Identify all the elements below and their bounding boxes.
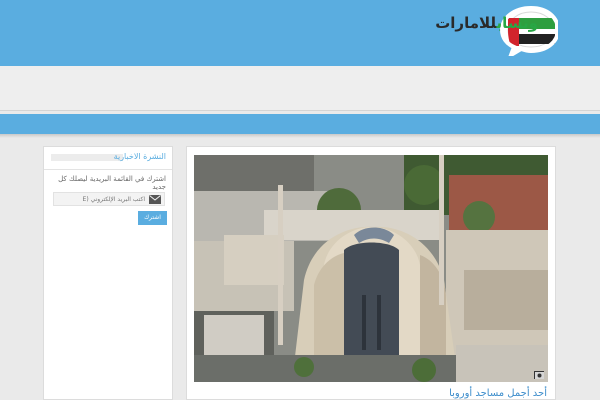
email-field[interactable] — [53, 192, 165, 206]
secondary-nav-bar — [0, 114, 600, 134]
widget-header: النشرة الاخبارية — [44, 147, 172, 170]
site-logo-text[interactable]: وتسابللامارات — [435, 14, 538, 32]
post-image[interactable] — [194, 155, 548, 382]
logo-word-dark: للامارات — [435, 14, 497, 32]
subscribe-button[interactable]: اشترك — [138, 211, 167, 225]
post-title[interactable]: أحد أجمل مساجد أوروبا — [449, 388, 547, 399]
email-input[interactable] — [54, 193, 148, 205]
mosque-photo — [194, 155, 548, 382]
nav-bar-shadow — [0, 134, 600, 138]
newsletter-widget: النشرة الاخبارية اشترك في القائمة البريد… — [43, 146, 173, 400]
camera-icon — [535, 372, 544, 379]
post-card: أحد أجمل مساجد أوروبا — [186, 146, 556, 400]
envelope-icon — [149, 195, 161, 204]
logo-word-green: وتساب — [496, 14, 538, 32]
site-header: وتسابللامارات — [0, 0, 600, 66]
navigation-band — [0, 66, 600, 111]
newsletter-description: اشترك في القائمة البريدية ليصلك كل جديد — [58, 175, 166, 191]
widget-title: النشرة الاخبارية — [113, 152, 166, 161]
widget-title-placeholder-bar — [51, 154, 123, 161]
